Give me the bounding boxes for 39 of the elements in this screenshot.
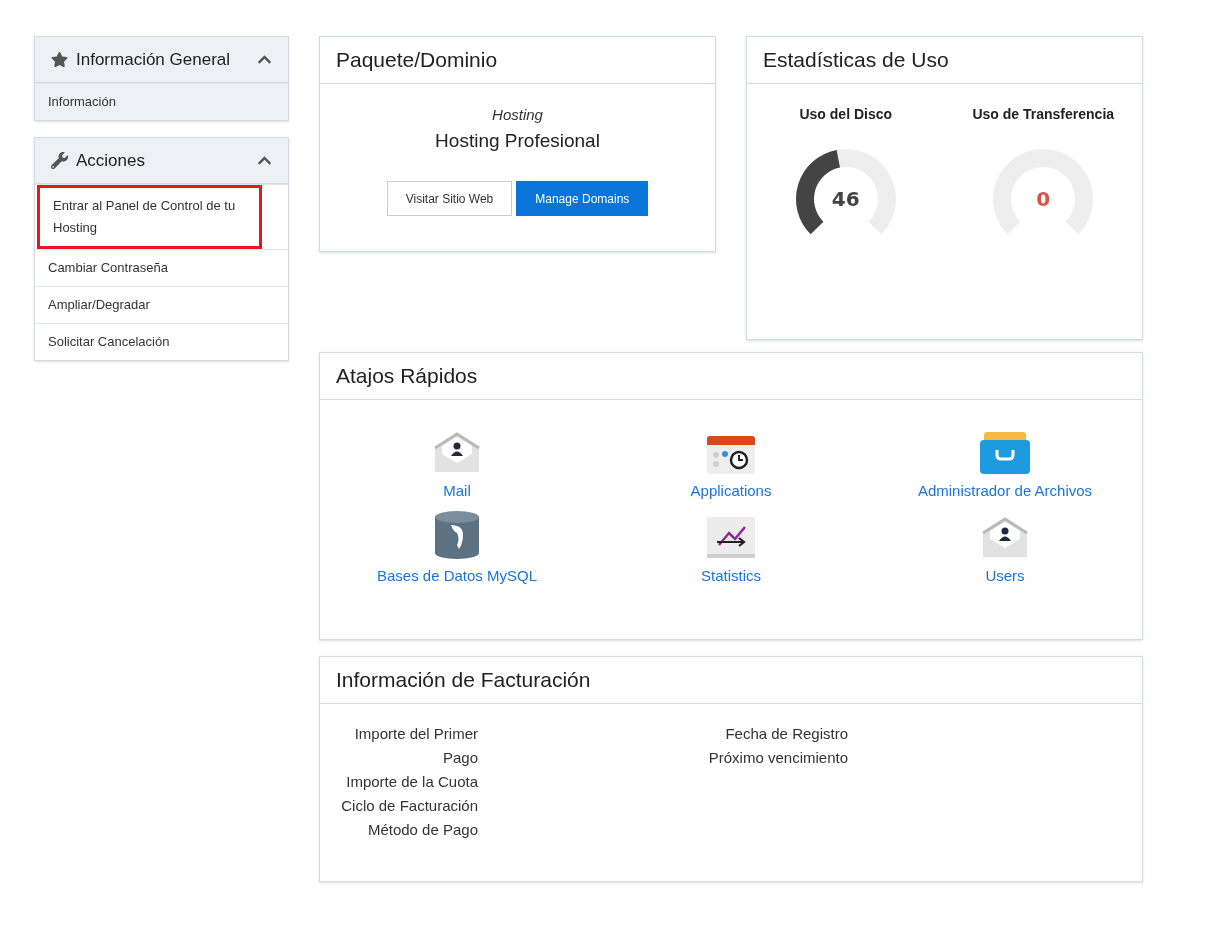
billing-label: Importe del Primer Pago: [353, 724, 478, 768]
panel-title: Información de Facturación: [336, 667, 591, 694]
billing-label: Ciclo de Facturación: [341, 796, 478, 816]
wrench-icon: [51, 152, 68, 169]
gauge-value: 46: [831, 189, 860, 209]
sidebar-link[interactable]: Ampliar/Degradar: [35, 287, 288, 323]
product-group: Hosting: [492, 104, 543, 127]
billing-label: Importe de la Cuota: [346, 772, 478, 792]
sidebar-link[interactable]: Solicitar Cancelación: [35, 324, 288, 360]
sidebar-link[interactable]: Cambiar Contraseña: [35, 250, 288, 286]
sidebar-link[interactable]: Entrar al Panel de Control de tu Hosting: [37, 185, 262, 249]
action-button[interactable]: Manage Domains: [516, 181, 649, 216]
shortcut-link[interactable]: Administrador de Archivos: [917, 480, 1093, 503]
gauge-label: Uso de Transferencia: [972, 105, 1115, 124]
panel-title: Estadísticas de Uso: [763, 47, 949, 74]
billing-label: Próximo vencimiento: [708, 748, 848, 768]
product-name: Hosting Profesional: [435, 128, 600, 153]
star-icon: [51, 51, 68, 68]
shortcut-link[interactable]: Users: [985, 564, 1025, 587]
billing-label: Método de Pago: [367, 820, 478, 840]
envelope-icon: [981, 516, 1029, 559]
file-drawer-icon: [980, 432, 1030, 474]
panel-title: Paquete/Dominio: [336, 47, 498, 74]
line-chart-icon: [707, 516, 755, 559]
shortcut-link[interactable]: Applications: [690, 480, 772, 503]
sidebar-heading: Información General: [76, 48, 232, 71]
sidebar-heading: Acciones: [76, 149, 146, 172]
gauge-value: 0: [1036, 189, 1051, 209]
envelope-icon: [433, 432, 481, 474]
billing-label: Fecha de Registro: [725, 724, 848, 744]
action-button[interactable]: Visitar Sitio Web: [386, 181, 513, 216]
shortcut-link[interactable]: Bases de Datos MySQL: [376, 564, 538, 587]
database-dolphin-icon: [435, 510, 479, 559]
sidebar-link[interactable]: Información: [35, 84, 288, 120]
gauge-label: Uso del Disco: [799, 105, 893, 124]
calendar-clock-icon: [707, 434, 755, 474]
shortcut-link[interactable]: Mail: [443, 480, 471, 503]
shortcut-link[interactable]: Statistics: [701, 564, 761, 587]
panel-title: Atajos Rápidos: [336, 363, 478, 390]
